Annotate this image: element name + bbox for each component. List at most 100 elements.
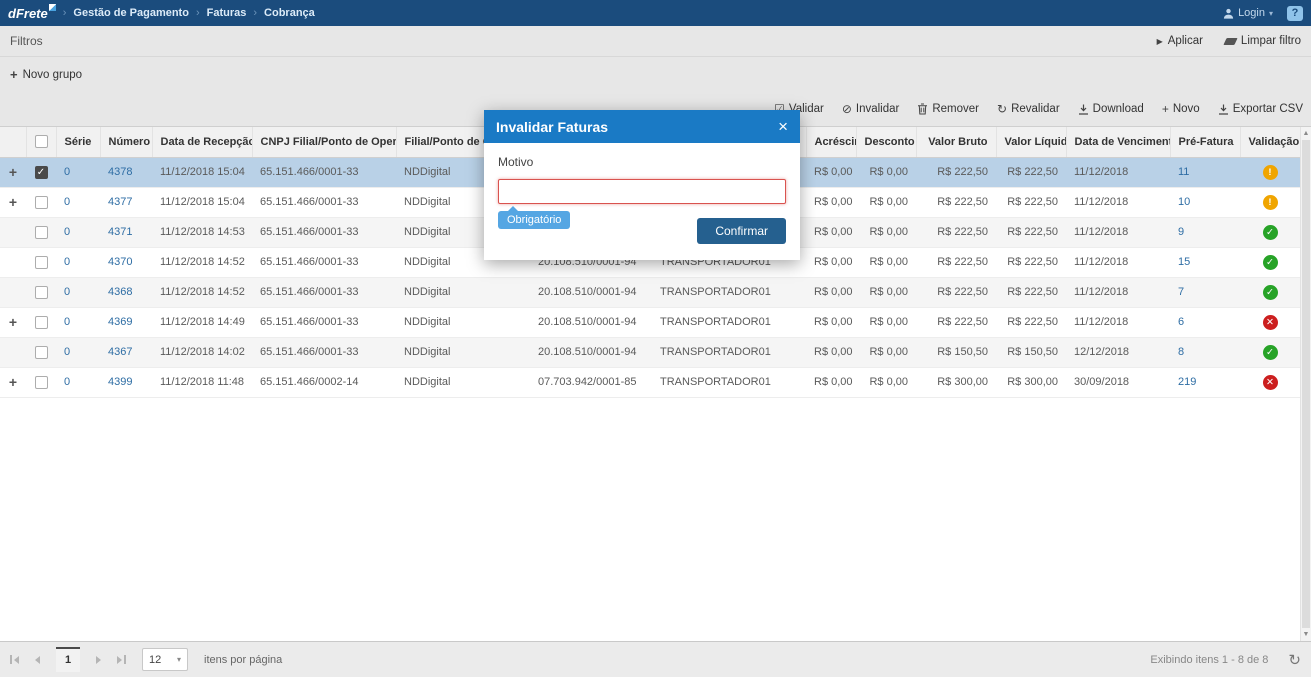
select-cell[interactable] bbox=[26, 157, 56, 188]
cell-pre-fatura: 9 bbox=[1170, 217, 1240, 248]
column-header-select[interactable] bbox=[26, 127, 57, 158]
export-csv-button[interactable]: Exportar CSV bbox=[1218, 103, 1303, 115]
expand-cell[interactable]: + bbox=[0, 157, 26, 188]
cell-cnpj-filial: 65.151.466/0001-33 bbox=[252, 337, 396, 368]
revalidate-button[interactable]: ↻ Revalidar bbox=[997, 103, 1060, 115]
help-icon[interactable]: ? bbox=[1287, 5, 1303, 21]
current-page[interactable]: 1 bbox=[56, 647, 80, 672]
cell-data-recepcao: 11/12/2018 15:04 bbox=[152, 187, 252, 218]
column-header-desconto[interactable]: Desconto bbox=[856, 127, 917, 158]
column-header-numero[interactable]: Número bbox=[100, 127, 153, 158]
cell-acrescimo: R$ 0,00 bbox=[806, 217, 856, 248]
vertical-scrollbar[interactable]: ▲ ▼ bbox=[1300, 127, 1311, 641]
invalidate-button[interactable]: ⊘ Invalidar bbox=[842, 103, 900, 115]
row-checkbox[interactable] bbox=[34, 225, 48, 239]
cell-numero: 4370 bbox=[100, 247, 152, 278]
cell-validacao: ✕ bbox=[1240, 307, 1300, 338]
cell-valor-bruto: R$ 300,00 bbox=[916, 367, 996, 398]
table-row[interactable]: +0 4399 11/12/2018 11:48 65.151.466/0002-14… bbox=[0, 367, 1300, 398]
expand-icon[interactable]: + bbox=[9, 194, 17, 210]
download-label: Download bbox=[1092, 103, 1144, 115]
column-header-pre-fatura[interactable]: Pré-Fatura bbox=[1170, 127, 1241, 158]
cell-data-vencimento: 11/12/2018 bbox=[1066, 187, 1170, 218]
row-checkbox[interactable] bbox=[34, 315, 48, 329]
expand-cell[interactable]: + bbox=[0, 307, 26, 338]
cell-desconto: R$ 0,00 bbox=[856, 217, 916, 248]
expand-icon[interactable]: + bbox=[9, 374, 17, 390]
row-checkbox[interactable] bbox=[34, 285, 48, 299]
cell-valor-bruto: R$ 150,50 bbox=[916, 337, 996, 368]
login-menu[interactable]: Login ▾ bbox=[1223, 7, 1273, 19]
scroll-up-icon[interactable]: ▲ bbox=[1301, 127, 1311, 140]
expand-icon[interactable]: + bbox=[9, 164, 17, 180]
expand-cell[interactable]: + bbox=[0, 367, 26, 398]
expand-icon[interactable]: + bbox=[9, 314, 17, 330]
modal-footer-row: Obrigatório Confirmar bbox=[498, 204, 786, 244]
column-header-validacao[interactable]: Validação bbox=[1240, 127, 1301, 158]
cell-valor-liquido: R$ 222,50 bbox=[996, 307, 1066, 338]
cell-desconto: R$ 0,00 bbox=[856, 337, 916, 368]
new-button[interactable]: + Novo bbox=[1162, 103, 1200, 115]
row-checkbox[interactable] bbox=[34, 375, 48, 389]
expand-cell[interactable]: + bbox=[0, 187, 26, 218]
breadcrumb-cobranca[interactable]: Cobrança bbox=[264, 7, 315, 19]
cell-pre-fatura: 219 bbox=[1170, 367, 1240, 398]
select-cell[interactable] bbox=[26, 367, 56, 398]
select-cell[interactable] bbox=[26, 247, 56, 278]
column-header-valor-liquido[interactable]: Valor Líquido bbox=[996, 127, 1067, 158]
scroll-down-icon[interactable]: ▼ bbox=[1301, 628, 1311, 641]
motivo-input[interactable] bbox=[498, 179, 786, 204]
column-header-serie[interactable]: Série bbox=[56, 127, 101, 158]
close-icon[interactable]: × bbox=[778, 118, 788, 135]
row-checkbox[interactable] bbox=[34, 165, 48, 179]
first-page-button[interactable] bbox=[10, 655, 19, 664]
refresh-icon[interactable]: ↻ bbox=[1288, 651, 1301, 669]
cell-acrescimo: R$ 0,00 bbox=[806, 337, 856, 368]
page-size-select[interactable]: 12 ▾ bbox=[142, 648, 188, 671]
select-cell[interactable] bbox=[26, 217, 56, 248]
column-header-data-vencimento[interactable]: Data de Vencimento bbox=[1066, 127, 1171, 158]
row-checkbox[interactable] bbox=[34, 195, 48, 209]
modal-header: Invalidar Faturas × bbox=[484, 110, 800, 143]
cell-cnpj-filial: 65.151.466/0001-33 bbox=[252, 277, 396, 308]
table-row[interactable]: 0 4367 11/12/2018 14:02 65.151.466/0001-33 N… bbox=[0, 337, 1300, 368]
prev-page-button[interactable] bbox=[35, 655, 40, 664]
scrollbar-thumb[interactable] bbox=[1302, 140, 1310, 628]
row-checkbox[interactable] bbox=[34, 255, 48, 269]
new-group-button[interactable]: + Novo grupo bbox=[10, 67, 82, 82]
cell-pre-fatura: 7 bbox=[1170, 277, 1240, 308]
row-checkbox[interactable] bbox=[34, 345, 48, 359]
cell-cnpj-filial: 65.151.466/0001-33 bbox=[252, 187, 396, 218]
next-page-button[interactable] bbox=[96, 655, 101, 664]
column-header-data-recepcao[interactable]: Data de Recepção ↓ bbox=[152, 127, 253, 158]
select-cell[interactable] bbox=[26, 337, 56, 368]
cell-valor-bruto: R$ 222,50 bbox=[916, 217, 996, 248]
select-cell[interactable] bbox=[26, 277, 56, 308]
select-all-checkbox[interactable] bbox=[34, 135, 48, 149]
confirm-button[interactable]: Confirmar bbox=[697, 218, 786, 244]
apply-filter-button[interactable]: ▶ Aplicar bbox=[1157, 35, 1203, 47]
clear-filter-button[interactable]: Limpar filtro bbox=[1223, 35, 1301, 47]
cell-transportador: TRANSPORTADOR01 bbox=[652, 307, 806, 338]
cell-desconto: R$ 0,00 bbox=[856, 247, 916, 278]
app-logo[interactable]: dFrete bbox=[8, 3, 56, 21]
table-row[interactable]: 0 4368 11/12/2018 14:52 65.151.466/0001-33 N… bbox=[0, 277, 1300, 308]
cell-cnpj-transportador: 20.108.510/0001-94 bbox=[530, 277, 652, 308]
cell-pre-fatura: 6 bbox=[1170, 307, 1240, 338]
cell-numero: 4378 bbox=[100, 157, 152, 188]
remove-button[interactable]: Remover bbox=[917, 103, 979, 115]
cell-transportador: TRANSPORTADOR01 bbox=[652, 337, 806, 368]
column-header-cnpj-filial[interactable]: CNPJ Filial/Ponto de Operação bbox=[252, 127, 397, 158]
last-page-button[interactable] bbox=[117, 655, 126, 664]
cell-desconto: R$ 0,00 bbox=[856, 187, 916, 218]
login-label: Login bbox=[1238, 7, 1265, 19]
column-header-acrescimo[interactable]: Acréscimo bbox=[806, 127, 857, 158]
select-cell[interactable] bbox=[26, 307, 56, 338]
play-icon: ▶ bbox=[1156, 36, 1163, 46]
table-row[interactable]: +0 4369 11/12/2018 14:49 65.151.466/0001-33… bbox=[0, 307, 1300, 338]
breadcrumb-gestao-de-pagamento[interactable]: Gestão de Pagamento bbox=[73, 7, 189, 19]
breadcrumb-faturas[interactable]: Faturas bbox=[207, 7, 247, 19]
column-header-valor-bruto[interactable]: Valor Bruto bbox=[916, 127, 997, 158]
download-button[interactable]: Download bbox=[1078, 103, 1144, 115]
select-cell[interactable] bbox=[26, 187, 56, 218]
